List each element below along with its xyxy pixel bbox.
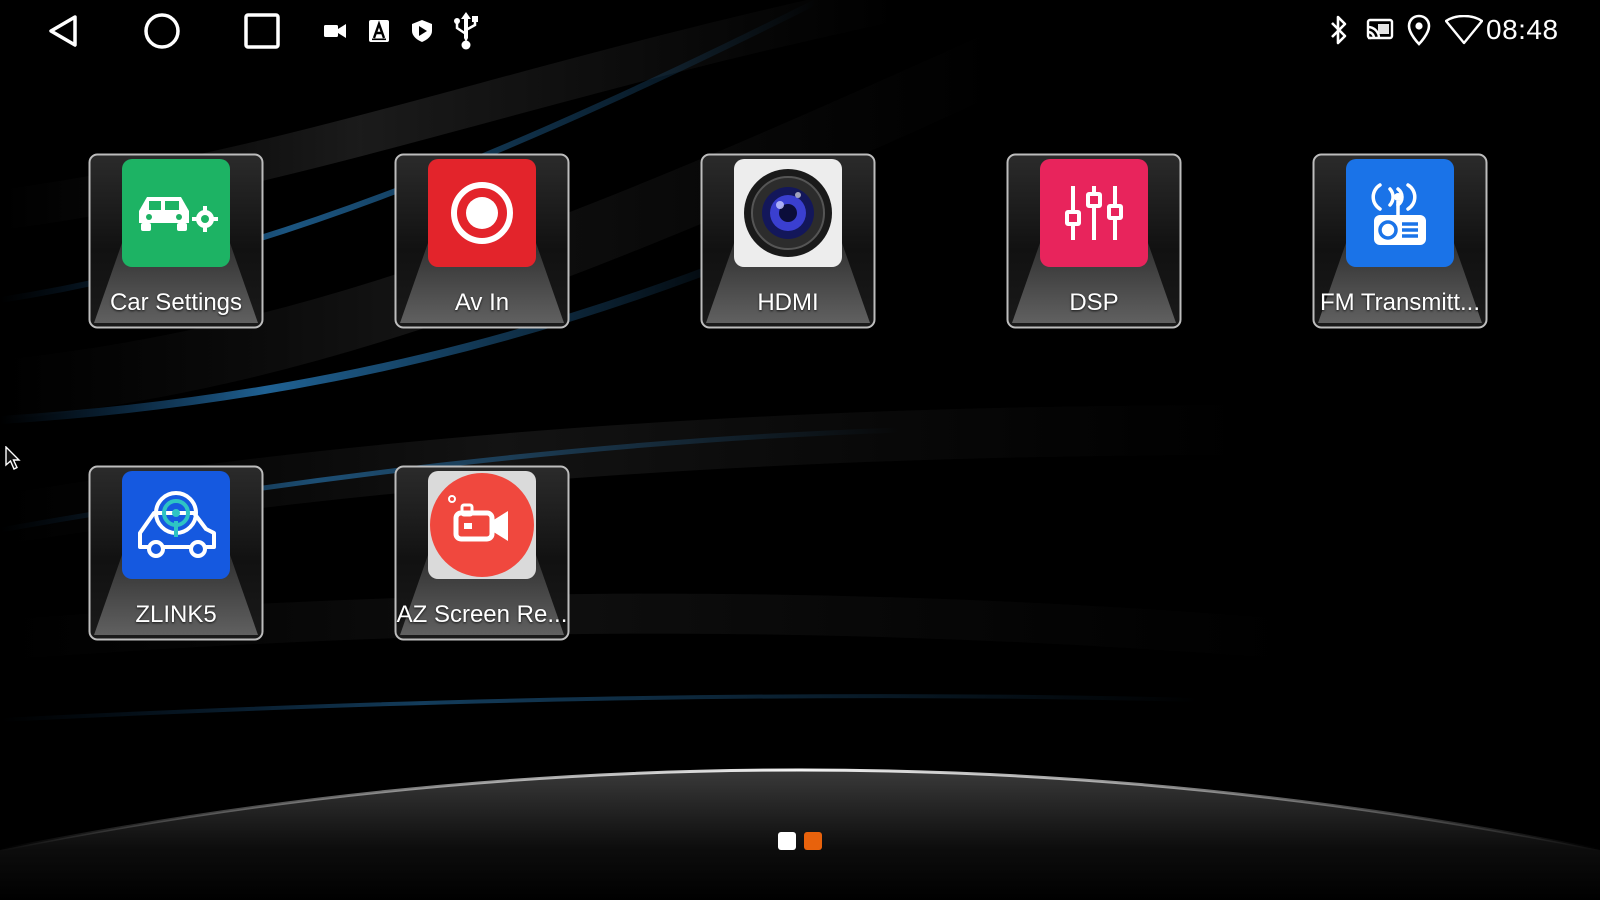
video-camera-icon (324, 24, 346, 38)
app-label: DSP (1069, 289, 1119, 316)
app-label: Car Settings (109, 289, 243, 316)
app-label: FM Transmitt... (1319, 289, 1480, 316)
app-zlink5[interactable]: ZLINK5 (88, 465, 264, 641)
shield-notification (407, 14, 437, 48)
record-icon (451, 182, 513, 244)
fm-transmitter-app-icon (1346, 159, 1454, 267)
recents-icon (244, 13, 280, 49)
dsp-app-icon (1040, 159, 1148, 267)
app-label: AZ Screen Re... (396, 601, 568, 628)
usb-notification (451, 12, 481, 50)
av-in-app-icon (428, 159, 536, 267)
app-car-settings[interactable]: Car Settings (88, 153, 264, 329)
car-settings-icon (139, 197, 218, 232)
recents-button[interactable] (237, 10, 287, 52)
app-fm-transmitter[interactable]: FM Transmitt... (1312, 153, 1488, 329)
zlink-car-icon (138, 491, 216, 558)
page-dot-1[interactable] (778, 832, 796, 850)
back-icon (49, 15, 77, 47)
home-icon (144, 13, 180, 49)
app-label: Av In (454, 289, 510, 316)
app-label: HDMI (757, 289, 819, 316)
shield-play-icon (412, 20, 432, 42)
status-bar: 08:48 (0, 0, 1600, 64)
wifi-icon (1445, 15, 1483, 45)
app-hdmi[interactable]: HDMI (700, 153, 876, 329)
zlink5-app-icon (122, 471, 230, 579)
location-pin-icon (1407, 14, 1431, 46)
hdmi-app-icon (734, 159, 842, 267)
usb-icon (454, 12, 478, 50)
location-status (1402, 12, 1436, 48)
wifi-status (1444, 12, 1484, 48)
page-indicator (778, 832, 822, 852)
font-notification (364, 14, 394, 48)
cast-status (1363, 12, 1397, 48)
camera-lens-icon (744, 169, 832, 257)
app-av-in[interactable]: Av In (394, 153, 570, 329)
clock: 08:48 (1486, 14, 1559, 45)
page-dot-2-active[interactable] (804, 832, 822, 850)
bluetooth-icon (1331, 15, 1347, 45)
app-dsp[interactable]: DSP (1006, 153, 1182, 329)
cast-icon (1366, 18, 1394, 40)
back-button[interactable] (38, 10, 88, 52)
video-camera-notification (320, 14, 350, 48)
bluetooth-status (1322, 12, 1356, 48)
az-screen-recorder-app-icon (428, 471, 536, 579)
car-settings-app-icon (122, 159, 230, 267)
equalizer-icon (1065, 186, 1123, 240)
app-label: ZLINK5 (135, 601, 217, 628)
wallpaper (0, 0, 1600, 900)
radio-icon (1371, 183, 1426, 245)
home-button[interactable] (137, 10, 187, 52)
font-a-icon (369, 20, 389, 42)
screen-recorder-icon (430, 473, 534, 577)
app-az-screen-recorder[interactable]: AZ Screen Re... (394, 465, 570, 641)
mouse-cursor-icon (5, 446, 21, 470)
